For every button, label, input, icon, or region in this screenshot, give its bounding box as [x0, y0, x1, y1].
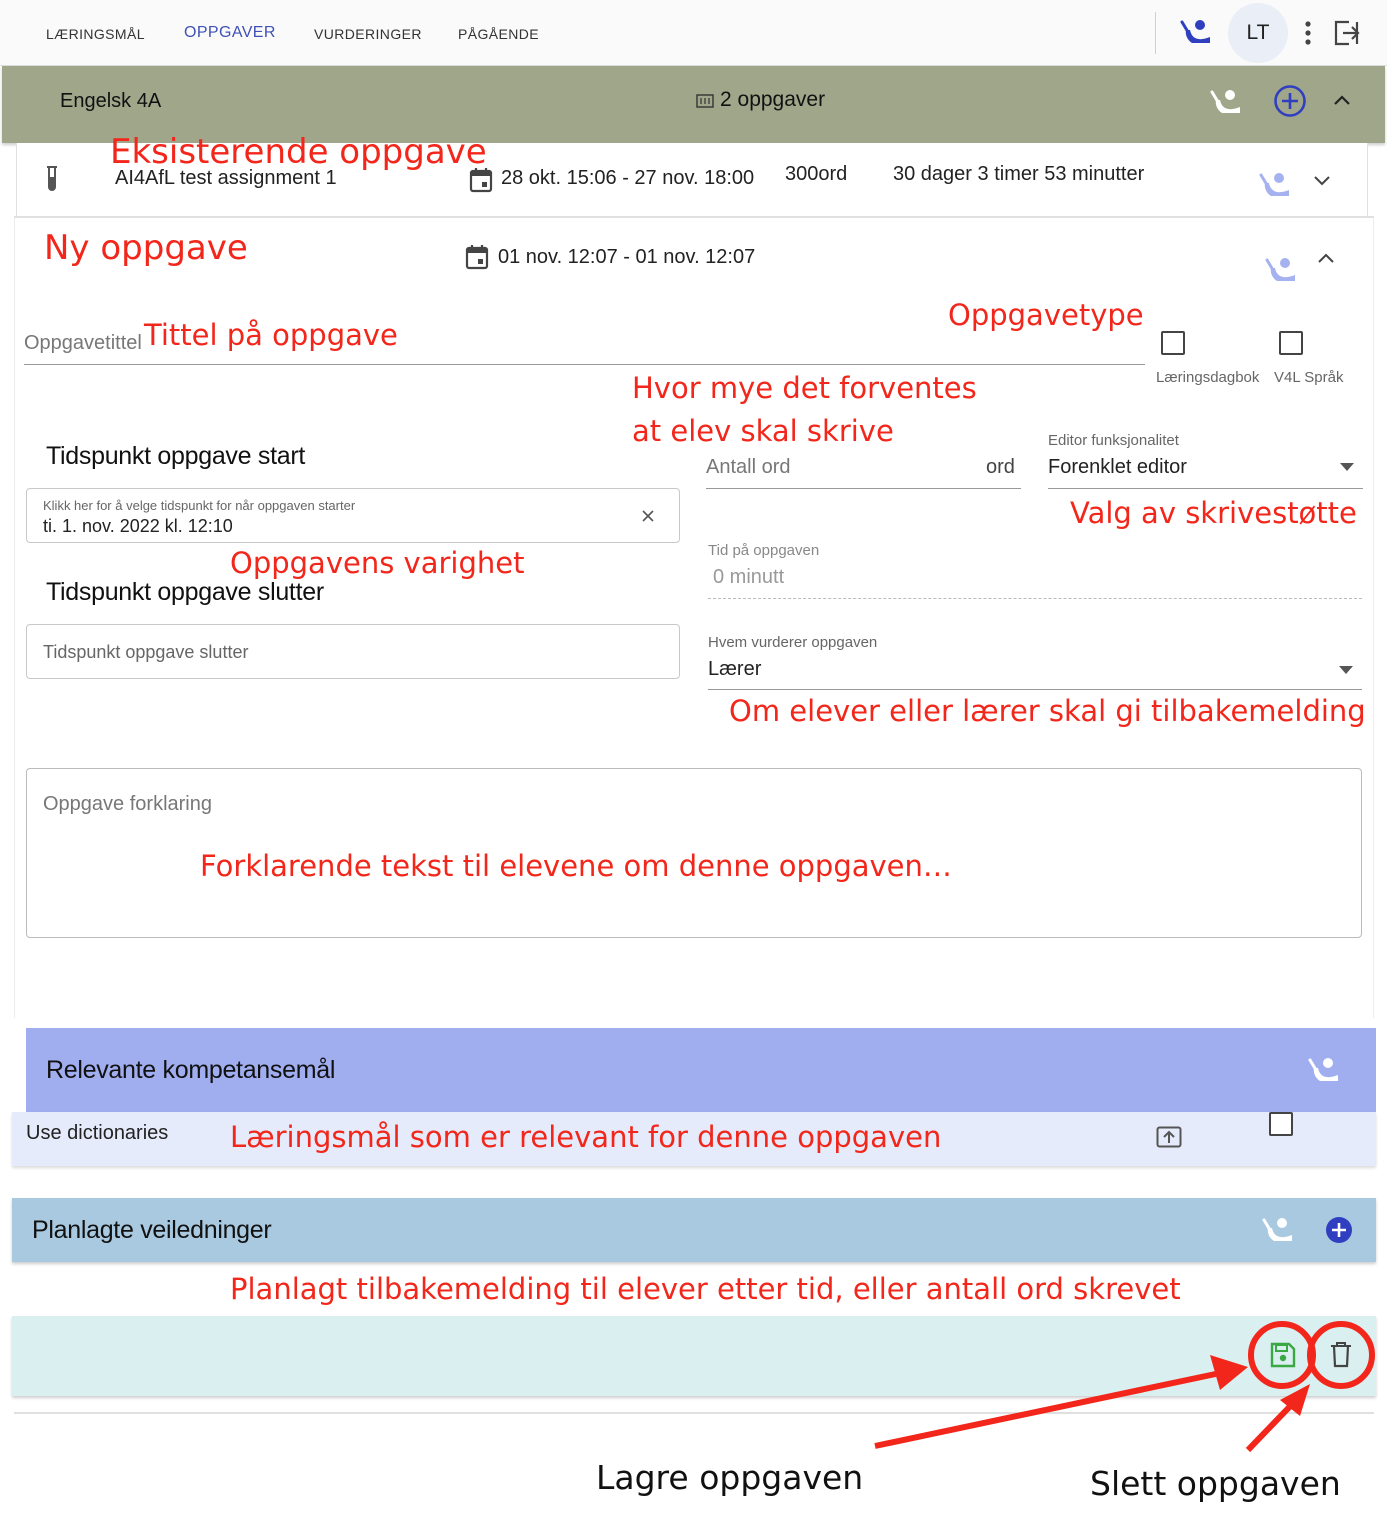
add-circle-icon[interactable] — [1325, 1216, 1353, 1244]
chevron-down-icon[interactable] — [1313, 175, 1331, 187]
task-count: 2 oppgaver — [720, 88, 826, 111]
note-guidance: Planlagt tilbakemelding til elever etter… — [230, 1272, 1181, 1306]
checkbox-laeringsdagbok[interactable] — [1161, 331, 1185, 355]
tab-pagaende[interactable]: PÅGÅENDE — [458, 26, 539, 42]
word-underline — [706, 488, 1021, 489]
title-underline — [24, 364, 1145, 365]
note-support: Valg av skrivestøtte — [1070, 496, 1357, 530]
time-label: Tid på oppgaven — [708, 542, 820, 559]
tab-vurderinger[interactable]: VURDERINGER — [314, 26, 422, 42]
time-value: 0 minutt — [713, 566, 785, 588]
add-circle-icon[interactable] — [1273, 84, 1307, 118]
note-assessor: Om elever eller lærer skal gi tilbakemel… — [729, 694, 1366, 728]
nav-divider — [1155, 12, 1156, 54]
class-name: Engelsk 4A — [60, 90, 162, 112]
chevron-up-icon[interactable] — [1333, 94, 1351, 106]
start-time-field[interactable]: Klikk her for å velge tidspunkt for når … — [26, 488, 680, 543]
note-competence: Læringsmål som er relevant for denne opp… — [230, 1120, 942, 1154]
time-underline — [708, 598, 1362, 599]
word-count-suffix: ord — [986, 456, 1015, 478]
person-teach-icon[interactable] — [1262, 1216, 1294, 1244]
note-type: Oppgavetype — [948, 298, 1144, 332]
top-navigation: LÆRINGSMÅL OPPGAVER VURDERINGER PÅGÅENDE… — [0, 0, 1387, 66]
end-heading: Tidspunkt oppgave slutter — [46, 578, 324, 606]
person-teach-icon[interactable] — [1265, 256, 1297, 284]
editor-select[interactable]: Forenklet editor — [1048, 456, 1187, 479]
note-words-1: Hvor mye det forventes — [632, 371, 977, 405]
note-title: Tittel på oppgave — [144, 318, 398, 352]
more-vert-icon[interactable] — [1302, 20, 1314, 46]
person-teach-icon[interactable] — [1210, 88, 1242, 116]
competence-title: Relevante kompetansemål — [46, 1056, 336, 1084]
type-label-laeringsdagbok: Læringsdagbok — [1156, 369, 1260, 386]
dropdown-arrow-icon[interactable] — [1340, 463, 1354, 471]
guidance-header[interactable]: Planlagte veiledninger — [12, 1198, 1376, 1262]
editor-label: Editor funksjonalitet — [1048, 432, 1179, 449]
logout-icon[interactable] — [1333, 20, 1361, 46]
existing-task-words: 300ord — [785, 163, 848, 185]
assessor-select[interactable]: Lærer — [708, 658, 761, 681]
assessor-label: Hvem vurderer oppgaven — [708, 634, 878, 651]
end-field-placeholder: Tidspunkt oppgave slutter — [43, 642, 249, 662]
note-existing: Eksisterende oppgave — [110, 132, 487, 172]
note-duration: Oppgavens varighet — [230, 546, 525, 580]
person-teach-icon[interactable] — [1259, 171, 1291, 199]
note-new: Ny oppgave — [44, 228, 248, 268]
note-delete: Slett oppgaven — [1090, 1464, 1341, 1503]
note-save: Lagre oppgaven — [596, 1458, 864, 1497]
tasks-icon — [696, 94, 714, 108]
start-field-label: Klikk her for å velge tidspunkt for når … — [43, 498, 356, 513]
competence-header[interactable]: Relevante kompetansemål — [26, 1028, 1376, 1112]
tab-laeringsmal[interactable]: LÆRINGSMÅL — [46, 26, 145, 42]
assessor-underline — [708, 689, 1362, 690]
end-time-field[interactable]: Tidspunkt oppgave slutter — [26, 624, 680, 679]
competence-checkbox[interactable] — [1269, 1112, 1293, 1136]
start-heading: Tidspunkt oppgave start — [46, 442, 305, 470]
clear-icon[interactable] — [641, 509, 655, 523]
description-placeholder: Oppgave forklaring — [43, 793, 212, 815]
chevron-up-icon[interactable] — [1317, 252, 1335, 264]
teacher-mode-icon[interactable] — [1180, 18, 1212, 46]
tab-oppgaver[interactable]: OPPGAVER — [184, 24, 276, 42]
annotation-arrows — [874, 1321, 1375, 1453]
existing-task-dates: 28 okt. 15:06 - 27 nov. 18:00 — [501, 167, 755, 189]
dropdown-arrow-icon[interactable] — [1339, 666, 1353, 674]
calendar-icon — [465, 244, 489, 270]
type-label-v4l: V4L Språk — [1274, 369, 1344, 386]
editor-underline — [1048, 488, 1363, 489]
guidance-title: Planlagte veiledninger — [32, 1216, 272, 1244]
person-teach-icon[interactable] — [1308, 1056, 1340, 1084]
upload-icon[interactable] — [1156, 1126, 1182, 1148]
test-tube-icon — [45, 165, 59, 193]
word-count-input[interactable]: Antall ord — [706, 456, 791, 479]
start-field-value: ti. 1. nov. 2022 kl. 12:10 — [43, 516, 233, 536]
checkbox-v4l-sprak[interactable] — [1279, 331, 1303, 355]
competence-item: Use dictionaries — [26, 1122, 169, 1144]
note-words-2: at elev skal skrive — [632, 414, 894, 448]
note-description: Forklarende tekst til elevene om denne o… — [200, 849, 952, 883]
title-input[interactable]: Oppgavetittel — [24, 332, 142, 355]
existing-task-remaining: 30 dager 3 timer 53 minutter — [893, 163, 1145, 185]
avatar[interactable]: LT — [1228, 3, 1288, 63]
new-task-dates: 01 nov. 12:07 - 01 nov. 12:07 — [498, 246, 756, 268]
